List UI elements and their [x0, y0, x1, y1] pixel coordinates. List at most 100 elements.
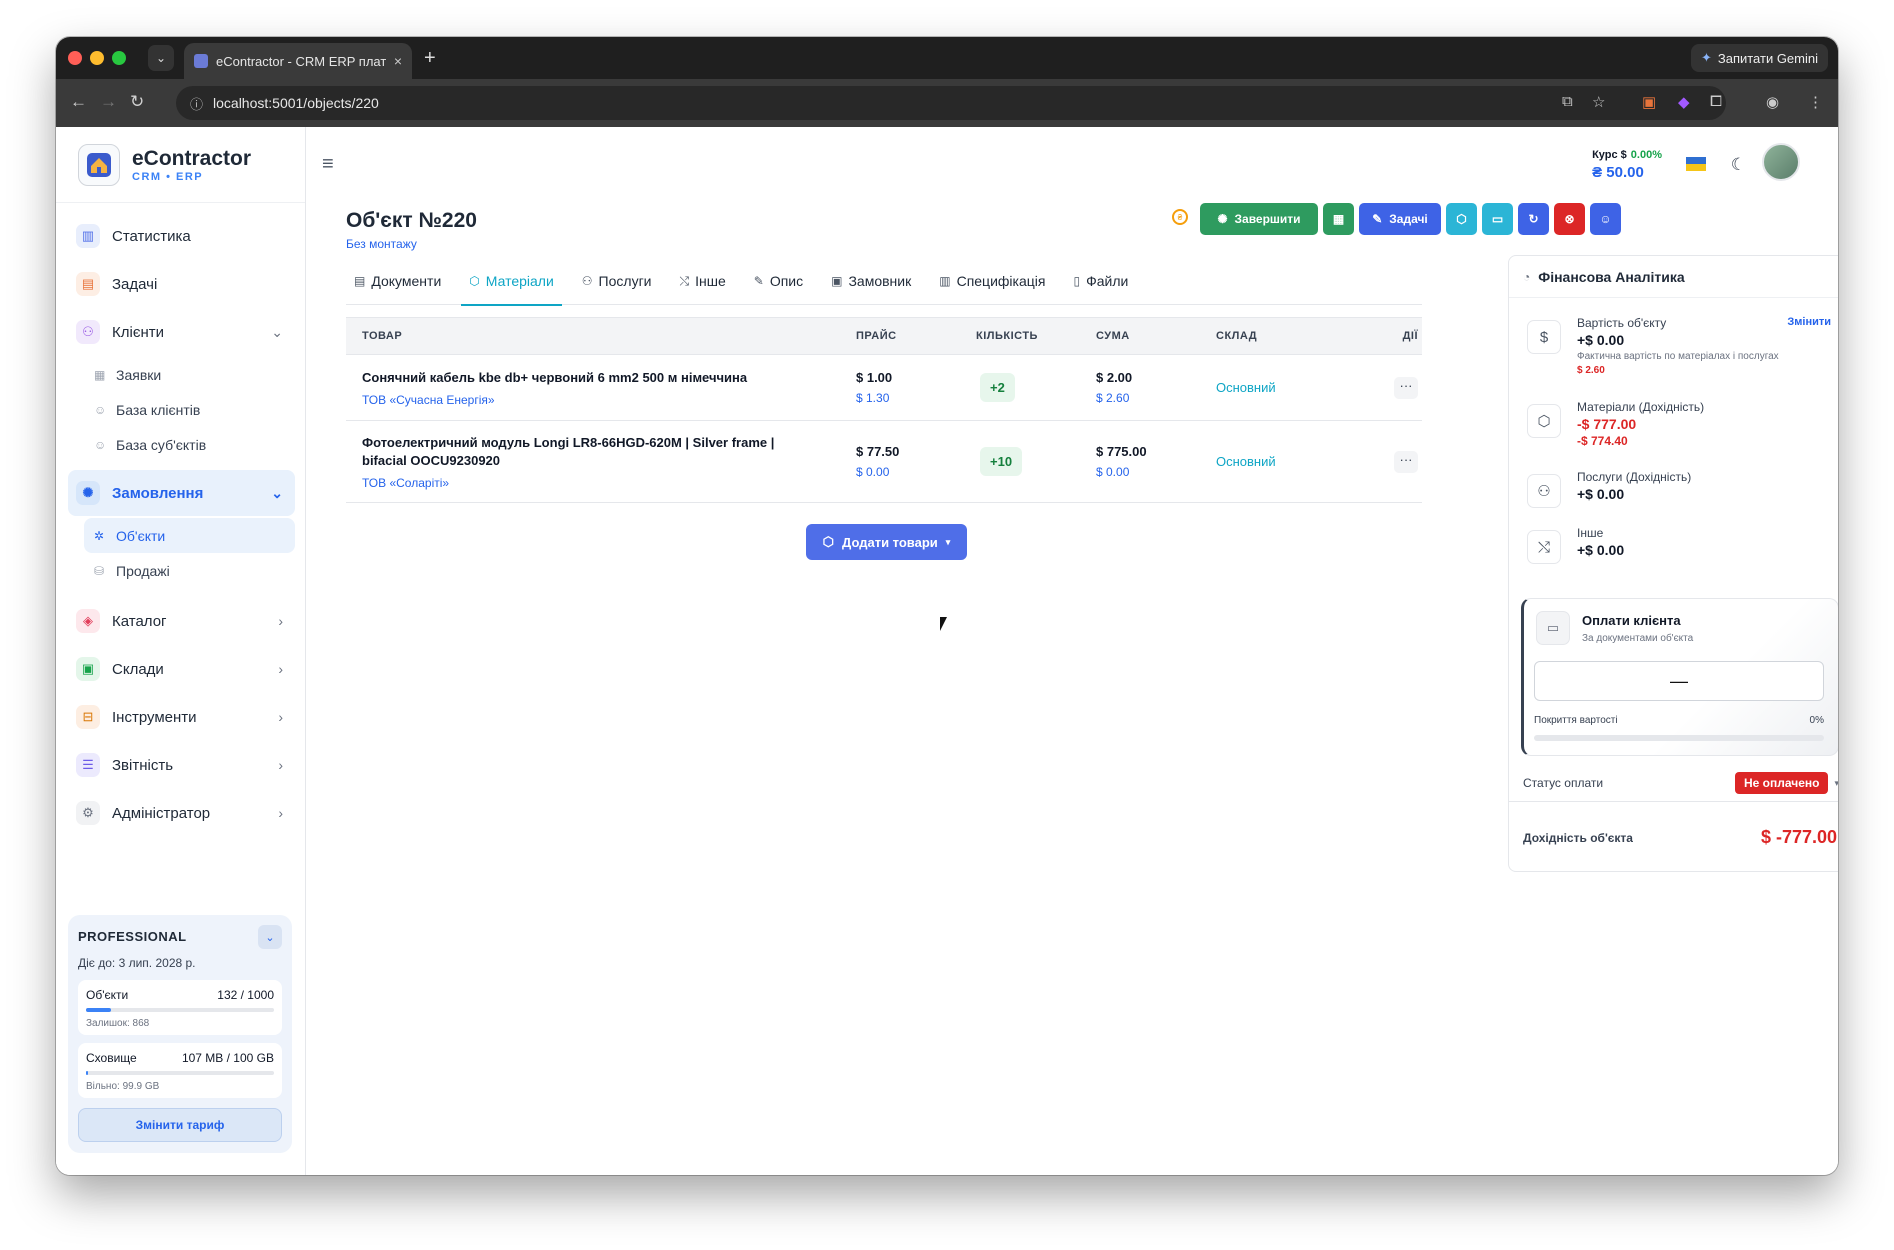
cube-button[interactable]: ⬡ — [1446, 203, 1477, 235]
tab-other[interactable]: ⤭ Інше — [672, 257, 734, 305]
site-info-icon[interactable]: ⓘ — [190, 94, 203, 113]
url-field[interactable]: ⓘ localhost:5001/objects/220 — [176, 86, 1726, 120]
gemini-button[interactable]: ✦ Запитати Gemini — [1690, 44, 1828, 72]
add-products-label: Додати товари — [842, 534, 938, 550]
sidebar-subitem-client-base[interactable]: ☺ База клієнтів — [56, 392, 305, 427]
table-header: ТОВАР ПРАЙС КІЛЬКІСТЬ СУМА СКЛАД ДІЇ — [346, 317, 1422, 355]
chevron-down-icon[interactable]: ⌄ — [258, 925, 282, 949]
bookmark-star-icon[interactable]: ☆ — [1592, 93, 1605, 111]
finish-button[interactable]: ✺ Завершити — [1200, 203, 1318, 235]
browser-tab[interactable]: eContractor - CRM ERP плат… × — [184, 43, 412, 79]
profile-icon[interactable]: ◉ — [1766, 93, 1779, 111]
dark-mode-moon-icon[interactable]: ☾ — [1731, 155, 1746, 175]
sidebar-subitem-sales[interactable]: ⛁ Продажі — [56, 553, 305, 588]
menu-toggle-icon[interactable]: ≡ — [322, 153, 334, 176]
client-payments-card: ▭ Оплати клієнта За документами об'єкта … — [1521, 598, 1838, 756]
forward-icon[interactable]: → — [100, 92, 117, 112]
chevron-right-icon: › — [278, 709, 283, 725]
sidebar-subitem-objects[interactable]: ✲ Об'єкти — [84, 518, 295, 553]
sidebar-item-warehouses[interactable]: ▣ Склади › — [56, 646, 305, 692]
coin-icon[interactable]: ₴ — [1172, 209, 1188, 225]
extensions-puzzle-icon[interactable]: ⧠ — [1710, 93, 1722, 110]
tab-description[interactable]: ✎ Опис — [746, 257, 811, 305]
sidebar-subitem-subjects-base[interactable]: ☺ База суб'єктів — [56, 427, 305, 462]
tab-specification[interactable]: ▥ Специфікація — [931, 257, 1053, 305]
gemini-label: Запитати Gemini — [1717, 50, 1818, 66]
sidebar-subitem-requests[interactable]: ▦ Заявки — [56, 357, 305, 392]
cube-icon: ⬡ — [1527, 404, 1561, 438]
person-icon: ⚇ — [581, 274, 593, 288]
sidebar-item-tasks[interactable]: ▤ Задачі — [56, 261, 305, 307]
sidebar-item-statistics[interactable]: ▥ Статистика — [56, 213, 305, 259]
product-name[interactable]: Фотоелектричний модуль Longi LR8-66HGD-6… — [362, 434, 816, 470]
price: $ 77.50 — [856, 444, 900, 459]
warehouse-name[interactable]: Основний — [1216, 454, 1276, 469]
price-sub: $ 1.30 — [856, 391, 890, 405]
more-actions-button[interactable]: ··· — [1394, 376, 1418, 399]
back-icon[interactable]: ← — [70, 92, 87, 112]
finance-other: ⤭ Інше +$ 0.00 — [1509, 526, 1838, 578]
plan-storage-free: Вільно: 99.9 GB — [86, 1081, 160, 1092]
ukraine-flag-icon[interactable] — [1686, 157, 1706, 171]
col-actions: ДІЇ — [1402, 330, 1418, 342]
warehouse-name[interactable]: Основний — [1216, 380, 1276, 395]
tab-materials[interactable]: ⬡ Матеріали — [461, 257, 562, 306]
caret-down-icon[interactable]: ▾ — [1834, 778, 1838, 789]
brand-name: eContractor — [132, 146, 252, 170]
sidebar-item-label: Задачі — [112, 275, 158, 293]
quantity-badge[interactable]: +2 — [980, 373, 1015, 402]
plan-name: PROFESSIONAL — [78, 929, 187, 944]
sidebar-item-tools[interactable]: ⊟ Інструменти › — [56, 694, 305, 740]
minimize-window-button[interactable] — [90, 51, 104, 65]
tab-list-button[interactable]: ⌄ — [148, 45, 174, 71]
sparkle-icon: ✦ — [1700, 50, 1712, 65]
reload-icon[interactable]: ↻ — [130, 92, 144, 112]
close-tab-icon[interactable]: × — [394, 53, 402, 69]
new-tab-button[interactable]: + — [424, 45, 436, 71]
chevron-down-icon: ⌄ — [271, 323, 283, 340]
sidebar-item-label: Статистика — [112, 227, 191, 245]
edit-cost-link[interactable]: Змінити — [1787, 316, 1831, 328]
add-products-button[interactable]: ⬡ Додати товари ▾ — [806, 524, 967, 560]
quantity-badge[interactable]: +10 — [980, 447, 1023, 476]
product-name[interactable]: Сонячний кабель kbe db+ червоний 6 mm2 5… — [362, 369, 856, 387]
maximize-window-button[interactable] — [112, 51, 126, 65]
page-subtitle[interactable]: Без монтажу — [346, 237, 417, 251]
cost-actual: $ 2.60 — [1577, 365, 1605, 376]
change-plan-button[interactable]: Змінити тариф — [78, 1108, 282, 1142]
sidebar-item-label: Склади — [112, 660, 164, 678]
tab-files[interactable]: ▯ Файли — [1065, 257, 1136, 305]
product-vendor[interactable]: ТОВ «Соларіті» — [362, 476, 816, 490]
product-vendor[interactable]: ТОВ «Сучасна Енергія» — [362, 393, 856, 407]
invoice-button[interactable]: ▭ — [1482, 203, 1513, 235]
more-actions-button[interactable]: ··· — [1394, 450, 1418, 473]
assign-user-button[interactable]: ☺ — [1590, 203, 1621, 235]
browser-menu-icon[interactable]: ⋮ — [1808, 93, 1823, 111]
sidebar-item-clients[interactable]: ⚇ Клієнти ⌄ — [56, 309, 305, 355]
cancel-button[interactable]: ⊗ — [1554, 203, 1585, 235]
page-title: Об'єкт №220 — [346, 209, 477, 232]
sync-button[interactable]: ↻ — [1518, 203, 1549, 235]
browser-window: ⌄ eContractor - CRM ERP плат… × + ✦ Запи… — [56, 37, 1838, 1175]
tab-label: Матеріали — [485, 273, 554, 289]
extension-icon[interactable]: ▣ — [1642, 93, 1656, 111]
sidebar-item-catalog[interactable]: ◈ Каталог › — [56, 598, 305, 644]
sidebar-item-orders[interactable]: ✺ Замовлення ⌄ — [68, 470, 295, 516]
tab-customer[interactable]: ▣ Замовник — [823, 257, 919, 305]
tab-services[interactable]: ⚇ Послуги — [574, 257, 660, 305]
tab-documents[interactable]: ▤ Документи — [346, 257, 449, 305]
price: $ 1.00 — [856, 370, 893, 385]
calculator-button[interactable]: ▦ — [1323, 203, 1354, 235]
brand[interactable]: eContractor CRM • ERP — [56, 127, 305, 203]
profit-value: $ -777.00 — [1760, 827, 1837, 847]
rate-change: 0.00% — [1630, 149, 1662, 161]
avatar[interactable] — [1762, 143, 1800, 181]
status-badge[interactable]: Не оплачено — [1735, 772, 1829, 794]
close-window-button[interactable] — [68, 51, 82, 65]
sidebar-item-admin[interactable]: ⚙ Адміністратор › — [56, 790, 305, 836]
figma-extension-icon[interactable]: ◆ — [1678, 93, 1690, 111]
col-quantity: КІЛЬКІСТЬ — [976, 330, 1038, 342]
sidebar-item-reports[interactable]: ☰ Звітність › — [56, 742, 305, 788]
tasks-button[interactable]: ✎ Задачі — [1359, 203, 1441, 235]
install-icon[interactable]: ⧉ — [1562, 93, 1573, 110]
